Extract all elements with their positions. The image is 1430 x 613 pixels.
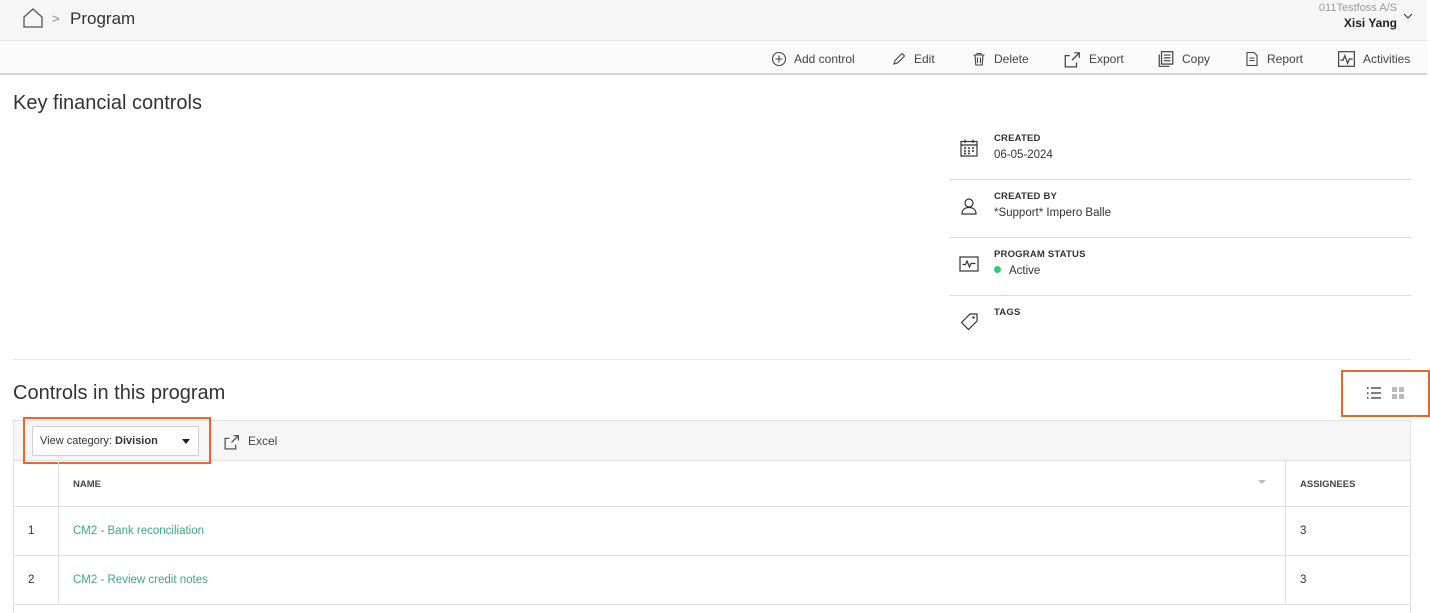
table-header: NAME ASSIGNEES — [14, 461, 1410, 507]
view-category-prefix: View category: — [40, 435, 112, 447]
status-text: Active — [1009, 265, 1041, 277]
trash-icon — [973, 52, 985, 66]
list-view-icon[interactable] — [1366, 386, 1382, 400]
organization-name: 011Testfoss A/S — [1318, 2, 1397, 14]
row-index: 2 — [28, 574, 35, 586]
export-label: Export — [1089, 52, 1124, 66]
delete-button[interactable]: Delete — [971, 49, 1029, 69]
assignees-header-label: ASSIGNEES — [1300, 479, 1356, 490]
excel-export-button[interactable]: Excel — [223, 432, 277, 450]
index-column-header — [14, 461, 59, 506]
activity-icon — [1338, 51, 1355, 67]
program-status-label: PROGRAM STATUS — [994, 249, 1086, 260]
table-row[interactable]: 1 CM2 - Bank reconciliation 3 — [14, 507, 1410, 556]
export-icon — [224, 434, 239, 450]
add-control-button[interactable]: Add control — [771, 49, 855, 69]
program-status-value: Active — [994, 265, 1040, 277]
user-name: Xisi Yang — [1343, 16, 1397, 30]
program-title: Key financial controls — [13, 92, 202, 114]
export-icon — [1064, 52, 1080, 68]
report-icon — [1246, 51, 1258, 67]
copy-label: Copy — [1182, 52, 1211, 66]
controls-section-title: Controls in this program — [13, 382, 226, 404]
home-icon[interactable] — [22, 7, 44, 29]
copy-button[interactable]: Copy — [1157, 49, 1210, 69]
assignees-cell: 3 — [1285, 556, 1412, 604]
user-icon — [961, 198, 977, 215]
table-toolbar: View category: Division Excel — [14, 417, 1410, 464]
copy-icon — [1158, 51, 1174, 67]
top-bar: > Program 011Testfoss A/S Xisi Yang — [0, 0, 1427, 41]
section-divider — [13, 359, 1411, 360]
assignees-cell: 3 — [1285, 507, 1412, 555]
delete-label: Delete — [994, 52, 1029, 66]
plus-circle-icon — [771, 51, 787, 67]
view-category-dropdown[interactable]: View category: Division — [32, 426, 199, 456]
page-title: Program — [70, 9, 136, 28]
meta-tags: TAGS — [950, 296, 1411, 354]
row-index-cell: 1 — [14, 507, 59, 555]
created-value: 06-05-2024 — [994, 149, 1053, 161]
status-monitor-icon — [959, 256, 979, 272]
report-label: Report — [1267, 52, 1304, 66]
caret-down-icon — [182, 439, 190, 444]
tags-label: TAGS — [994, 307, 1021, 318]
status-dot — [994, 266, 1001, 274]
user-menu[interactable]: 011Testfoss A/S Xisi Yang — [1319, 2, 1397, 30]
meta-created: CREATED 06-05-2024 — [950, 122, 1411, 180]
add-control-label: Add control — [794, 52, 855, 66]
created-label: CREATED — [994, 133, 1041, 144]
assignees-column-header[interactable]: ASSIGNEES — [1285, 461, 1412, 506]
breadcrumb-separator: > — [52, 11, 60, 26]
controls-table: View category: Division Excel NAME ASSIG… — [13, 417, 1411, 613]
row-index: 1 — [28, 525, 35, 537]
tag-icon — [960, 313, 978, 331]
activities-label: Activities — [1363, 52, 1411, 66]
edit-label: Edit — [914, 52, 935, 66]
activities-button[interactable]: Activities — [1337, 49, 1410, 69]
assignees-count: 3 — [1300, 525, 1307, 537]
view-category-value: Division — [115, 435, 158, 447]
action-toolbar: Add control Edit Delete Export Copy Repo… — [0, 41, 1427, 75]
pencil-icon — [893, 52, 906, 65]
control-name-link[interactable]: CM2 - Bank reconciliation — [73, 525, 204, 537]
grid-view-icon[interactable] — [1391, 386, 1405, 400]
control-name-link[interactable]: CM2 - Review credit notes — [73, 574, 208, 586]
assignees-count: 3 — [1300, 574, 1307, 586]
meta-program-status: PROGRAM STATUS Active — [950, 238, 1411, 296]
report-button[interactable]: Report — [1244, 49, 1303, 69]
meta-created-by: CREATED BY *Support* Impero Balle — [950, 180, 1411, 238]
edit-button[interactable]: Edit — [891, 49, 935, 69]
table-row[interactable]: 2 CM2 - Review credit notes 3 — [14, 556, 1410, 605]
export-button[interactable]: Export — [1062, 49, 1124, 69]
view-toggle — [1341, 370, 1430, 417]
name-column-header[interactable]: NAME — [73, 479, 101, 490]
sort-icon[interactable] — [1258, 480, 1266, 484]
chevron-down-icon[interactable] — [1403, 12, 1413, 20]
row-index-cell: 2 — [14, 556, 59, 604]
created-by-label: CREATED BY — [994, 191, 1058, 202]
program-meta-panel: CREATED 06-05-2024 CREATED BY *Support* … — [950, 122, 1411, 354]
excel-label: Excel — [248, 434, 278, 448]
created-by-value: *Support* Impero Balle — [994, 207, 1111, 219]
calendar-icon — [960, 139, 978, 157]
